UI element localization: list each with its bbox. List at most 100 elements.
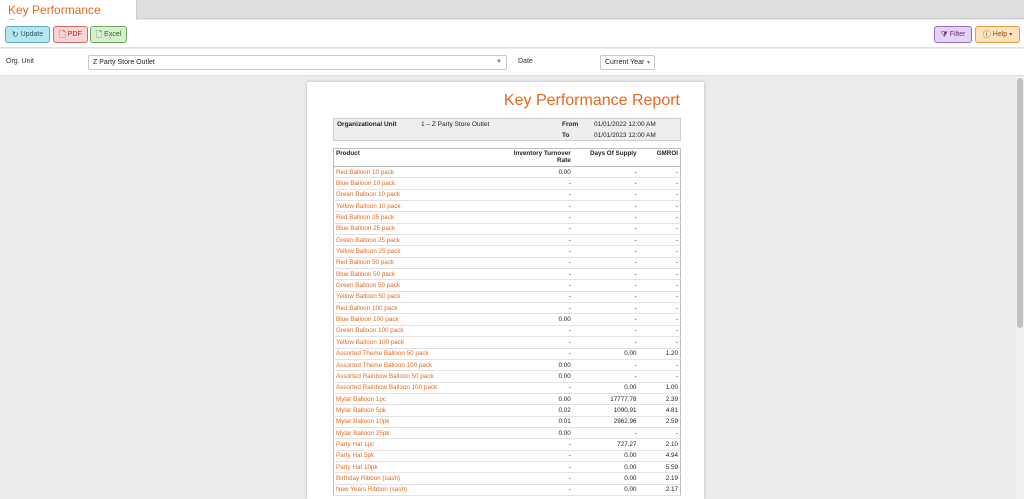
refresh-icon: ↻ — [11, 29, 19, 39]
table-row: Birthday Ribbon (sash) -0.00 2.19 — [333, 472, 681, 485]
table-row: Red Balloon 50 pack - - - — [333, 257, 681, 270]
product-link[interactable]: Mylar Balloon 5pk — [333, 404, 503, 417]
pdf-button[interactable]: 🗋 PDF — [53, 26, 88, 43]
product-link[interactable]: Party Hat 10pk — [333, 461, 503, 474]
gmroi-cell: 1.20 — [638, 348, 681, 360]
scrollbar-thumb[interactable] — [1017, 78, 1023, 328]
tab-key-performance-report[interactable]: Key Performance Report — [0, 0, 137, 31]
excel-label: Excel — [104, 31, 122, 38]
update-label: Update — [20, 31, 44, 38]
turnover-cell: 0.02 — [502, 404, 573, 417]
days-supply-cell: - — [572, 291, 639, 304]
gmroi-cell: 2.39 — [638, 393, 681, 406]
vertical-scrollbar[interactable] — [1016, 76, 1024, 499]
product-link[interactable]: Party Hat 1pc — [333, 438, 503, 451]
days-supply-cell: - — [572, 177, 639, 190]
gmroi-cell: 2.59 — [638, 416, 681, 428]
product-link[interactable]: Assorted Rainbow Balloon 100 pack — [333, 382, 503, 394]
gmroi-cell: - — [638, 189, 681, 202]
turnover-cell: - — [502, 177, 573, 190]
gmroi-cell: - — [638, 257, 681, 270]
turnover-cell: 0.00 — [502, 166, 573, 179]
report-page: Key Performance Report Organizational Un… — [307, 82, 704, 499]
turnover-cell: 0.00 — [502, 313, 573, 326]
product-link[interactable]: Assorted Rainbow Balloon 50 pack — [333, 370, 503, 383]
product-link[interactable]: Mylar Balloon 1pc — [333, 393, 503, 406]
gmroi-cell: - — [638, 234, 681, 247]
turnover-cell: - — [502, 450, 573, 462]
org-unit-select[interactable]: Z Party Store Outlet ▼ — [88, 55, 507, 70]
turnover-cell: - — [502, 382, 573, 394]
product-link[interactable]: Green Balloon 25 pack — [333, 234, 503, 247]
help-icon: ⓘ — [982, 29, 991, 39]
days-supply-cell: - — [572, 279, 639, 292]
from-value: 01/01/2022 12:00 AM — [594, 121, 656, 128]
table-row: Yellow Balloon 10 pack - - - — [333, 200, 681, 213]
date-label: Date — [518, 58, 533, 65]
gmroi-cell: - — [638, 223, 681, 236]
table-row: Mylar Balloon 1pc 0.00 17777.78 2.39 — [333, 393, 681, 406]
gmroi-cell: - — [638, 325, 681, 338]
table-row: Green Balloon 100 pack - - - — [333, 325, 681, 338]
turnover-cell: - — [502, 223, 573, 236]
days-supply-cell: - — [572, 427, 639, 440]
table-row: Blue Balloon 100 pack 0.00- - — [333, 313, 681, 326]
days-supply-cell: 727.27 — [572, 438, 639, 451]
kpi-table: Product Inventory Turnover Rate Days Of … — [333, 148, 681, 496]
product-link[interactable]: Red Balloon 50 pack — [333, 257, 503, 270]
product-link[interactable]: Blue Balloon 25 pack — [333, 223, 503, 236]
turnover-cell: - — [502, 302, 573, 315]
gmroi-cell: - — [638, 200, 681, 213]
product-link[interactable]: Yellow Balloon 100 pack — [333, 336, 503, 349]
to-value: 01/01/2023 12:00 AM — [594, 132, 656, 139]
help-label: Help — [992, 31, 1008, 38]
product-link[interactable]: Yellow Balloon 10 pack — [333, 200, 503, 213]
product-link[interactable]: Red Balloon 100 pack — [333, 302, 503, 315]
days-supply-cell: 0.00 — [572, 472, 639, 485]
turnover-cell: - — [502, 484, 573, 496]
table-row: Red Balloon 25 pack - - - — [333, 211, 681, 224]
product-link[interactable]: Red Balloon 25 pack — [333, 211, 503, 224]
turnover-cell: - — [502, 472, 573, 485]
turnover-cell: 0.00 — [502, 427, 573, 440]
product-link[interactable]: Blue Balloon 50 pack — [333, 268, 503, 281]
product-link[interactable]: Mylar Balloon 25pk — [333, 427, 503, 440]
table-row: Assorted Rainbow Balloon 100 pack -0.00 1.… — [333, 382, 681, 394]
table-row: Party Hat 5pk -0.00 4.94 — [333, 450, 681, 462]
gmroi-cell: 4.94 — [638, 450, 681, 462]
days-supply-cell: 0.00 — [572, 461, 639, 474]
table-row: Party Hat 10pk -0.00 5.59 — [333, 461, 681, 474]
product-link[interactable]: New Years Ribbon (sash) — [333, 484, 503, 496]
product-link[interactable]: Yellow Balloon 50 pack — [333, 291, 503, 304]
help-button[interactable]: ⓘ Help ▾ — [975, 26, 1020, 43]
product-link[interactable]: Green Balloon 100 pack — [333, 325, 503, 338]
product-link[interactable]: Birthday Ribbon (sash) — [333, 472, 503, 485]
gmroi-cell: - — [638, 177, 681, 190]
product-link[interactable]: Blue Balloon 100 pack — [333, 313, 503, 326]
product-link[interactable]: Blue Balloon 10 pack — [333, 177, 503, 190]
gmroi-cell: - — [638, 268, 681, 281]
column-header-turnover: Inventory Turnover Rate — [502, 148, 573, 167]
turnover-cell: - — [502, 211, 573, 224]
product-link[interactable]: Green Balloon 10 pack — [333, 189, 503, 202]
product-link[interactable]: Red Balloon 10 pack — [333, 166, 503, 179]
turnover-cell: 0.01 — [502, 416, 573, 428]
chevron-down-icon: ▼ — [496, 59, 502, 65]
product-link[interactable]: Assorted Theme Balloon 50 pack — [333, 348, 503, 360]
update-button[interactable]: ↻ Update — [5, 26, 50, 43]
excel-button[interactable]: 🗋 Excel — [90, 26, 127, 43]
product-link[interactable]: Yellow Balloon 25 pack — [333, 245, 503, 258]
gmroi-cell: 4.81 — [638, 404, 681, 417]
product-link[interactable]: Mylar Balloon 10pk — [333, 416, 503, 428]
product-link[interactable]: Assorted Theme Balloon 100 pack — [333, 359, 503, 372]
filter-button[interactable]: ⧩ Filter — [934, 26, 972, 43]
report-info-box: Organizational Unit 1 – Z Party Store Ou… — [333, 118, 681, 141]
pdf-label: PDF — [67, 31, 82, 38]
gmroi-cell: - — [638, 291, 681, 304]
product-link[interactable]: Green Balloon 50 pack — [333, 279, 503, 292]
product-link[interactable]: Party Hat 5pk — [333, 450, 503, 462]
turnover-cell: - — [502, 268, 573, 281]
table-row: Yellow Balloon 50 pack - - - — [333, 291, 681, 304]
date-select[interactable]: Current Year ▾ — [600, 55, 655, 70]
days-supply-cell: - — [572, 313, 639, 326]
